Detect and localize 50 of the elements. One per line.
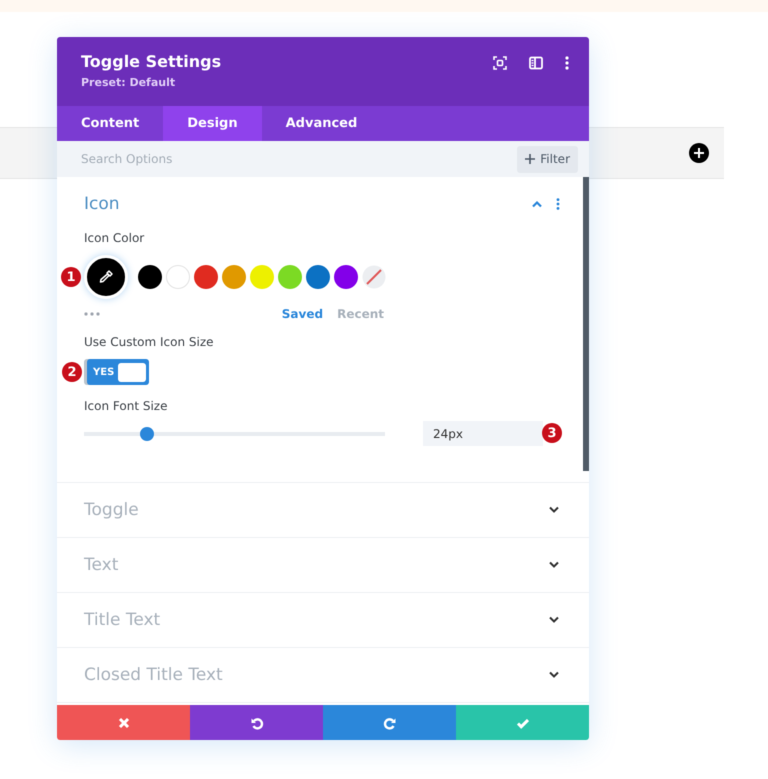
section-title[interactable]: Text: [84, 555, 118, 575]
color-swatch[interactable]: [138, 265, 162, 289]
expand-icon[interactable]: [548, 671, 560, 679]
more-options-icon[interactable]: [556, 198, 560, 210]
search-field[interactable]: Search Options: [81, 152, 381, 166]
palette-tab[interactable]: Recent: [337, 307, 384, 321]
fullscreen-icon[interactable]: [493, 56, 507, 70]
section-title[interactable]: Title Text: [84, 610, 160, 630]
more-options-icon[interactable]: [565, 56, 569, 70]
section-title[interactable]: Closed Title Text: [84, 665, 223, 685]
redo-icon: [382, 716, 396, 730]
color-swatch[interactable]: [306, 265, 330, 289]
section-title[interactable]: Icon: [84, 194, 120, 214]
step-marker: 3: [542, 423, 562, 443]
expand-icon[interactable]: [548, 616, 560, 624]
more-icon[interactable]: [84, 312, 100, 316]
preset-dropdown[interactable]: Preset: Default: [81, 76, 222, 89]
close-icon: [116, 716, 130, 730]
window-title: Toggle Settings: [81, 52, 222, 71]
color-swatch[interactable]: [222, 265, 246, 289]
palette-tab[interactable]: Saved: [282, 307, 324, 321]
value-field[interactable]: 24px: [423, 421, 543, 446]
color-swatch[interactable]: [334, 265, 358, 289]
tab[interactable]: Advanced: [262, 106, 382, 141]
scrollbar[interactable]: [583, 177, 589, 471]
plus-icon: [525, 154, 536, 164]
color-picker-button[interactable]: [84, 255, 128, 299]
field-label: Icon Color: [84, 231, 146, 245]
step-marker: 2: [62, 362, 82, 382]
expand-icon[interactable]: [548, 561, 560, 569]
eyedropper-icon: [98, 269, 114, 285]
color-swatch[interactable]: [194, 265, 218, 289]
toggle-switch[interactable]: YES: [87, 359, 150, 385]
step-marker: 1: [61, 267, 81, 287]
color-swatch[interactable]: [250, 265, 274, 289]
color-swatch[interactable]: [278, 265, 302, 289]
tab[interactable]: Design: [163, 106, 262, 141]
no-color-swatch[interactable]: [362, 265, 386, 289]
color-swatch[interactable]: [166, 265, 190, 289]
undo-icon: [250, 716, 264, 730]
tab[interactable]: Content: [57, 106, 164, 141]
section-title[interactable]: Toggle: [84, 500, 139, 520]
collapse-icon[interactable]: [531, 200, 543, 208]
filter-button[interactable]: Filter: [517, 146, 578, 172]
split-view-icon[interactable]: [529, 56, 543, 70]
field-label: Icon Font Size: [84, 399, 168, 413]
slider-thumb[interactable]: [140, 426, 154, 440]
expand-icon[interactable]: [548, 506, 560, 514]
add-icon[interactable]: [689, 143, 709, 163]
field-label: Use Custom Icon Size: [84, 335, 215, 349]
